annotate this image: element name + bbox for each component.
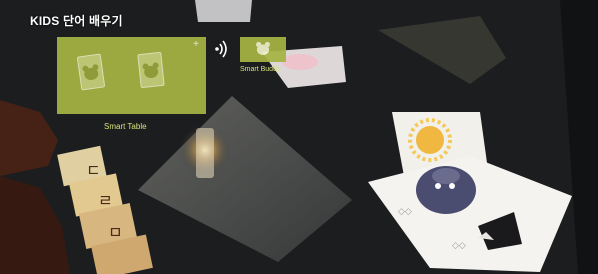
smart-buddy-label: Smart Buddy — [240, 66, 281, 73]
plus-icon: + — [193, 39, 199, 50]
card-top — [195, 0, 252, 22]
svg-text:◇◇: ◇◇ — [452, 241, 466, 251]
svg-text:ㄹ: ㄹ — [98, 191, 113, 210]
bear-icon — [142, 62, 159, 79]
smart-table-label: Smart Table — [104, 122, 147, 131]
bear-icon — [82, 64, 99, 81]
bear-card — [76, 53, 106, 91]
smart-table-panel: + — [57, 37, 206, 114]
smart-buddy-panel — [240, 37, 286, 62]
svg-text:◇◇: ◇◇ — [398, 207, 412, 217]
bear-card — [137, 51, 165, 89]
svg-text:ㄷ: ㄷ — [86, 161, 101, 180]
bear-icon — [256, 41, 270, 55]
candle — [196, 128, 214, 178]
wireless-signal-icon — [215, 40, 227, 58]
page-title: KIDS 단어 배우기 — [30, 14, 123, 28]
svg-text:ㅁ: ㅁ — [108, 223, 123, 242]
photo-scene: ㄷ ㄹ ㅁ ◇◇ ◇◇ KIDS 단어 배우기 + Smart Table Sm… — [0, 0, 598, 274]
